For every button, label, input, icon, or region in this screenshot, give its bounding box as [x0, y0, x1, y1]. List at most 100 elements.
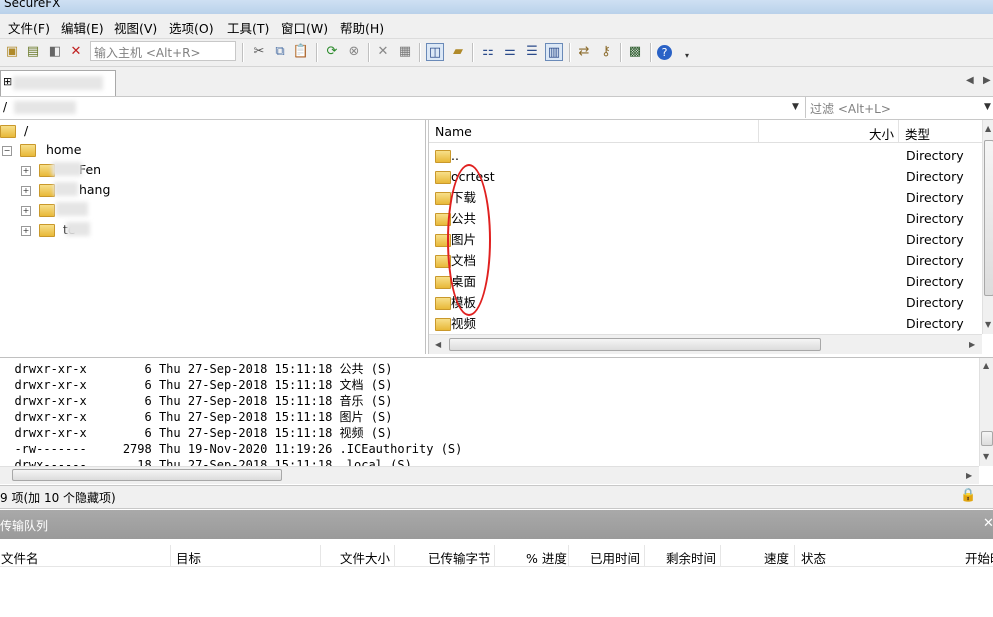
column-separator[interactable] [644, 545, 645, 566]
new-folder-icon[interactable]: ▰ [449, 43, 467, 61]
scroll-right-icon[interactable]: ▶ [969, 340, 975, 349]
connect-icon[interactable]: ▣ [3, 43, 21, 61]
menu-view[interactable]: 视图(V) [114, 18, 157, 37]
key-icon[interactable]: ⚷ [597, 43, 615, 61]
scroll-thumb[interactable] [449, 338, 821, 351]
file-type: Directory [906, 211, 964, 226]
queue-col-progress[interactable]: % 进度 [526, 548, 567, 567]
column-header-name[interactable]: Name [435, 124, 472, 139]
tree-node-home[interactable]: − home [2, 141, 81, 159]
expand-icon[interactable]: + [21, 165, 31, 176]
session-tab[interactable]: ⊞ [0, 70, 116, 96]
path-input[interactable]: / ▼ [0, 97, 806, 118]
file-list-hscroll[interactable]: ◀ ▶ [429, 334, 982, 354]
disconnect-icon[interactable]: ✕ [67, 43, 85, 61]
reconnect-icon[interactable]: ◧ [46, 43, 64, 61]
path-bar: / ▼ 过滤 <Alt+L> ▼ [0, 97, 993, 120]
quick-connect-icon[interactable]: ▤ [24, 43, 42, 61]
stop-icon[interactable]: ⊗ [345, 43, 363, 61]
host-input[interactable]: 输入主机 <Alt+R> [90, 41, 236, 61]
column-separator[interactable] [320, 545, 321, 566]
column-header-size[interactable]: 大小 [869, 124, 894, 143]
expand-icon[interactable]: + [21, 185, 31, 196]
refresh-icon[interactable]: ⟳ [323, 43, 341, 61]
filter-input[interactable]: 过滤 <Alt+L> ▼ [806, 97, 993, 118]
scroll-down-icon[interactable]: ▼ [983, 452, 989, 461]
queue-col-speed[interactable]: 速度 [764, 548, 789, 567]
scroll-up-icon[interactable]: ▲ [985, 124, 991, 133]
properties-icon[interactable]: ▦ [396, 43, 414, 61]
menu-help[interactable]: 帮助(H) [340, 18, 384, 37]
file-row[interactable]: 桌面 Directory [429, 271, 984, 292]
expand-icon[interactable]: + [21, 205, 31, 216]
file-row[interactable]: 图片 Directory [429, 229, 984, 250]
scroll-up-icon[interactable]: ▲ [983, 361, 989, 370]
tab-scroll-right-icon[interactable]: ▶ [983, 75, 991, 86]
queue-col-target[interactable]: 目标 [176, 548, 201, 567]
column-separator[interactable] [394, 545, 395, 566]
column-separator[interactable] [720, 545, 721, 566]
toolbar-overflow-icon[interactable]: ▾ [678, 47, 696, 65]
scroll-thumb[interactable] [984, 140, 993, 296]
tree-node-label: hang [78, 182, 111, 197]
queue-col-transferred[interactable]: 已传输字节 [428, 548, 491, 567]
column-separator[interactable] [794, 545, 795, 566]
details-view-icon[interactable]: ▥ [545, 43, 563, 61]
queue-col-start-time[interactable]: 开始时 [965, 548, 993, 567]
help-icon[interactable]: ? [657, 45, 672, 60]
menu-file[interactable]: 文件(F) [8, 18, 50, 37]
close-icon[interactable]: ✕ [983, 516, 993, 531]
column-separator[interactable] [898, 120, 899, 142]
file-row[interactable]: 视频 Directory [429, 313, 984, 334]
tree-view-icon[interactable]: ◫ [426, 43, 444, 61]
file-row[interactable]: 模板 Directory [429, 292, 984, 313]
copy-icon[interactable]: ⧉ [271, 43, 289, 61]
tab-scroll-left-icon[interactable]: ◀ [966, 75, 974, 86]
log-vscroll[interactable]: ▲ ▼ [979, 358, 993, 466]
small-icons-icon[interactable]: ⚌ [501, 43, 519, 61]
column-separator[interactable] [494, 545, 495, 566]
scroll-right-icon[interactable]: ▶ [966, 471, 972, 480]
column-separator[interactable] [568, 545, 569, 566]
queue-col-filename[interactable]: 文件名 [1, 548, 39, 567]
queue-col-filesize[interactable]: 文件大小 [340, 548, 390, 567]
path-dropdown-icon[interactable]: ▼ [792, 102, 799, 112]
tree-node-label: / [23, 123, 29, 138]
large-icons-icon[interactable]: ⚏ [479, 43, 497, 61]
sync-icon[interactable]: ⇄ [575, 43, 593, 61]
tree-node-root[interactable]: / [0, 122, 28, 140]
paste-icon[interactable]: 📋 [292, 43, 310, 61]
file-list-vscroll[interactable]: ▲ ▼ [982, 120, 993, 334]
tree-redacted [56, 202, 88, 216]
cut-icon[interactable]: ✂ [250, 43, 268, 61]
tree-redacted [52, 162, 82, 176]
menu-options[interactable]: 选项(O) [169, 18, 214, 37]
delete-icon[interactable]: ✕ [374, 43, 392, 61]
list-view-icon[interactable]: ☰ [523, 43, 541, 61]
file-row[interactable]: 文档 Directory [429, 250, 984, 271]
menu-edit[interactable]: 编辑(E) [61, 18, 104, 37]
file-row[interactable]: 公共 Directory [429, 208, 984, 229]
session-options-icon[interactable]: ▩ [626, 43, 644, 61]
file-row[interactable]: ocrtest Directory [429, 166, 984, 187]
transfer-queue-list[interactable] [0, 567, 993, 617]
file-row[interactable]: 下载 Directory [429, 187, 984, 208]
log-hscroll[interactable]: ▶ [0, 466, 979, 484]
queue-col-status[interactable]: 状态 [801, 548, 826, 567]
menu-window[interactable]: 窗口(W) [281, 18, 328, 37]
queue-col-remaining[interactable]: 剩余时间 [666, 548, 716, 567]
expand-icon[interactable]: + [21, 225, 31, 236]
column-separator[interactable] [758, 120, 759, 142]
scroll-thumb[interactable] [981, 431, 993, 446]
column-header-type[interactable]: 类型 [905, 124, 930, 143]
folder-icon [19, 144, 36, 157]
filter-dropdown-icon[interactable]: ▼ [984, 102, 991, 112]
queue-col-elapsed[interactable]: 已用时间 [590, 548, 640, 567]
column-separator[interactable] [170, 545, 171, 566]
file-row[interactable]: .. Directory [429, 145, 984, 166]
scroll-left-icon[interactable]: ◀ [435, 340, 441, 349]
scroll-down-icon[interactable]: ▼ [985, 320, 991, 329]
scroll-thumb[interactable] [12, 469, 282, 481]
collapse-icon[interactable]: − [2, 145, 12, 156]
menu-tools[interactable]: 工具(T) [227, 18, 269, 37]
